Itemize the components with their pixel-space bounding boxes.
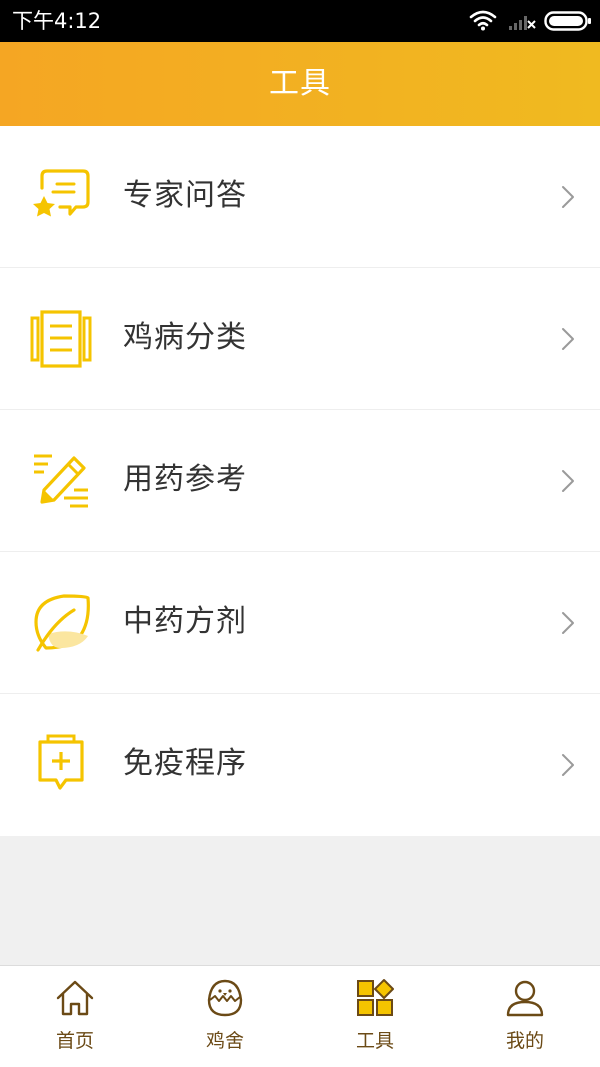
edit-note-icon: [34, 454, 88, 508]
chevron-right-icon: [562, 754, 574, 776]
menu-item-label: 用药参考: [123, 462, 247, 497]
title-bar: 工具: [0, 42, 600, 126]
chevron-right-icon: [562, 612, 574, 634]
chevron-right-icon: [562, 328, 574, 350]
tools-grid-icon: [357, 979, 394, 1016]
menu-item-label: 鸡病分类: [123, 320, 247, 355]
expert-qa-icon: [33, 169, 90, 217]
chevron-right-icon: [562, 186, 574, 208]
battery-icon: [544, 11, 591, 31]
nav-item-coop[interactable]: 鸡舍: [150, 966, 300, 1067]
menu-item-label: 中药方剂: [123, 604, 247, 639]
menu-item-immunization-program[interactable]: 免疫程序: [0, 694, 600, 836]
home-icon: [56, 980, 94, 1016]
nav-item-profile[interactable]: 我的: [450, 966, 600, 1067]
nav-label: 工具: [355, 1030, 394, 1052]
user-icon: [506, 980, 544, 1017]
menu-item-disease-category[interactable]: 鸡病分类: [0, 268, 600, 410]
signal-icon: [509, 16, 536, 30]
chevron-right-icon: [562, 470, 574, 492]
nav-label: 首页: [55, 1030, 94, 1052]
nav-item-home[interactable]: 首页: [0, 966, 150, 1067]
leaf-icon: [34, 594, 90, 652]
menu-item-herbal-formula[interactable]: 中药方剂: [0, 552, 600, 694]
screen: 下午4:12 工具 专家问答 鸡病分类 用药参考 中药方剂 免疫程序 首页 鸡舍…: [0, 0, 600, 1067]
menu-item-expert-qa[interactable]: 专家问答: [0, 126, 600, 268]
nav-item-tools[interactable]: 工具: [300, 966, 450, 1067]
status-bar: 下午4:12: [0, 0, 600, 42]
document-list-icon: [30, 310, 92, 368]
chick-egg-icon: [207, 979, 243, 1017]
tools-menu-list: 专家问答 鸡病分类 用药参考 中药方剂 免疫程序: [0, 126, 600, 836]
menu-item-label: 专家问答: [123, 178, 247, 213]
nav-label: 鸡舍: [205, 1030, 244, 1052]
page-title: 工具: [269, 66, 331, 101]
wifi-icon: [469, 10, 497, 31]
status-time: 下午4:12: [12, 9, 102, 33]
bottom-nav: 首页 鸡舍 工具 我的: [0, 965, 600, 1067]
nav-label: 我的: [505, 1030, 544, 1052]
menu-item-medication-reference[interactable]: 用药参考: [0, 410, 600, 552]
menu-item-label: 免疫程序: [123, 746, 247, 781]
medical-clipboard-icon: [38, 734, 84, 790]
